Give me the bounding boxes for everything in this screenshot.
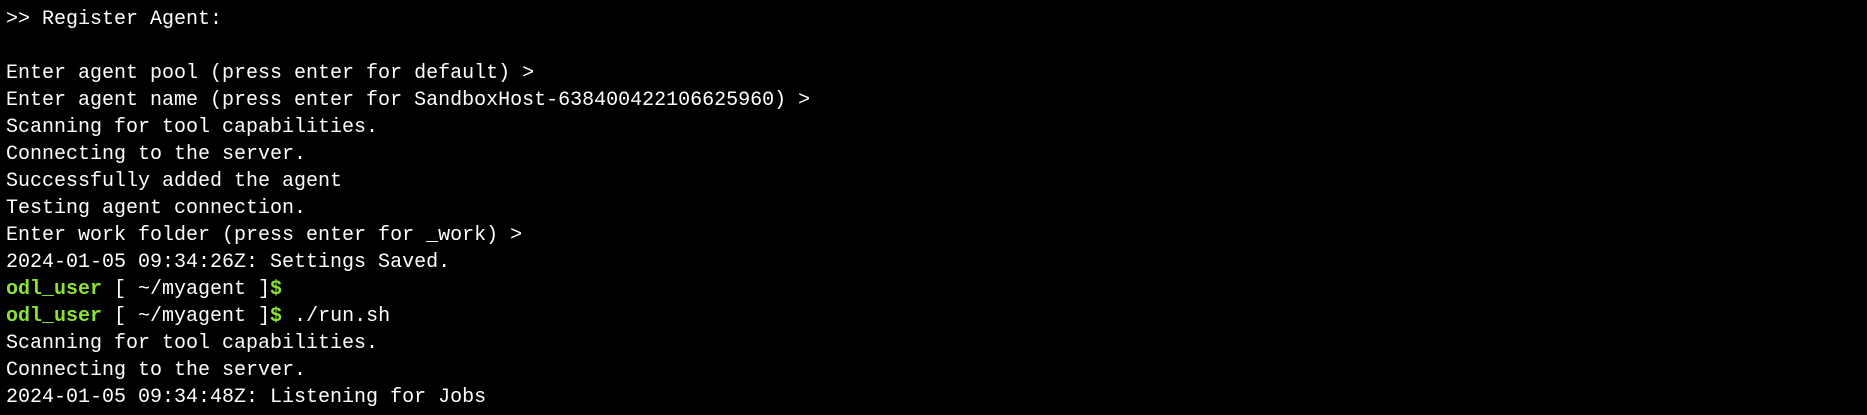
output-work-folder-prompt: Enter work folder (press enter for _work…	[6, 224, 523, 247]
prompt-command-run-sh: ./run.sh	[282, 305, 391, 328]
output-testing-connection: Testing agent connection.	[6, 197, 307, 220]
output-settings-saved: 2024-01-05 09:34:26Z: Settings Saved.	[6, 251, 451, 274]
output-listening-for-jobs: 2024-01-05 09:34:48Z: Listening for Jobs	[6, 386, 487, 409]
output-agent-name-prompt: Enter agent name (press enter for Sandbo…	[6, 89, 811, 112]
output-scanning-capabilities-2: Scanning for tool capabilities.	[6, 332, 379, 355]
output-scanning-capabilities: Scanning for tool capabilities.	[6, 116, 379, 139]
prompt-username: odl_user	[6, 305, 103, 328]
prompt-dollar-sign: $	[270, 305, 283, 328]
prompt-username: odl_user	[6, 278, 103, 301]
output-connecting-server-2: Connecting to the server.	[6, 359, 307, 382]
output-agent-added: Successfully added the agent	[6, 170, 343, 193]
output-agent-pool-prompt: Enter agent pool (press enter for defaul…	[6, 62, 535, 85]
output-register-agent-header: >> Register Agent:	[6, 8, 223, 31]
output-connecting-server: Connecting to the server.	[6, 143, 307, 166]
prompt-working-directory: [ ~/myagent ]	[102, 305, 271, 328]
terminal-window[interactable]: >> Register Agent: Enter agent pool (pre…	[0, 0, 1867, 415]
prompt-dollar-sign: $	[270, 278, 283, 301]
shell-prompt-line: odl_user [ ~/myagent ]$	[6, 276, 1867, 303]
shell-prompt-line-run: odl_user [ ~/myagent ]$ ./run.sh	[6, 303, 1867, 330]
prompt-working-directory: [ ~/myagent ]	[102, 278, 271, 301]
